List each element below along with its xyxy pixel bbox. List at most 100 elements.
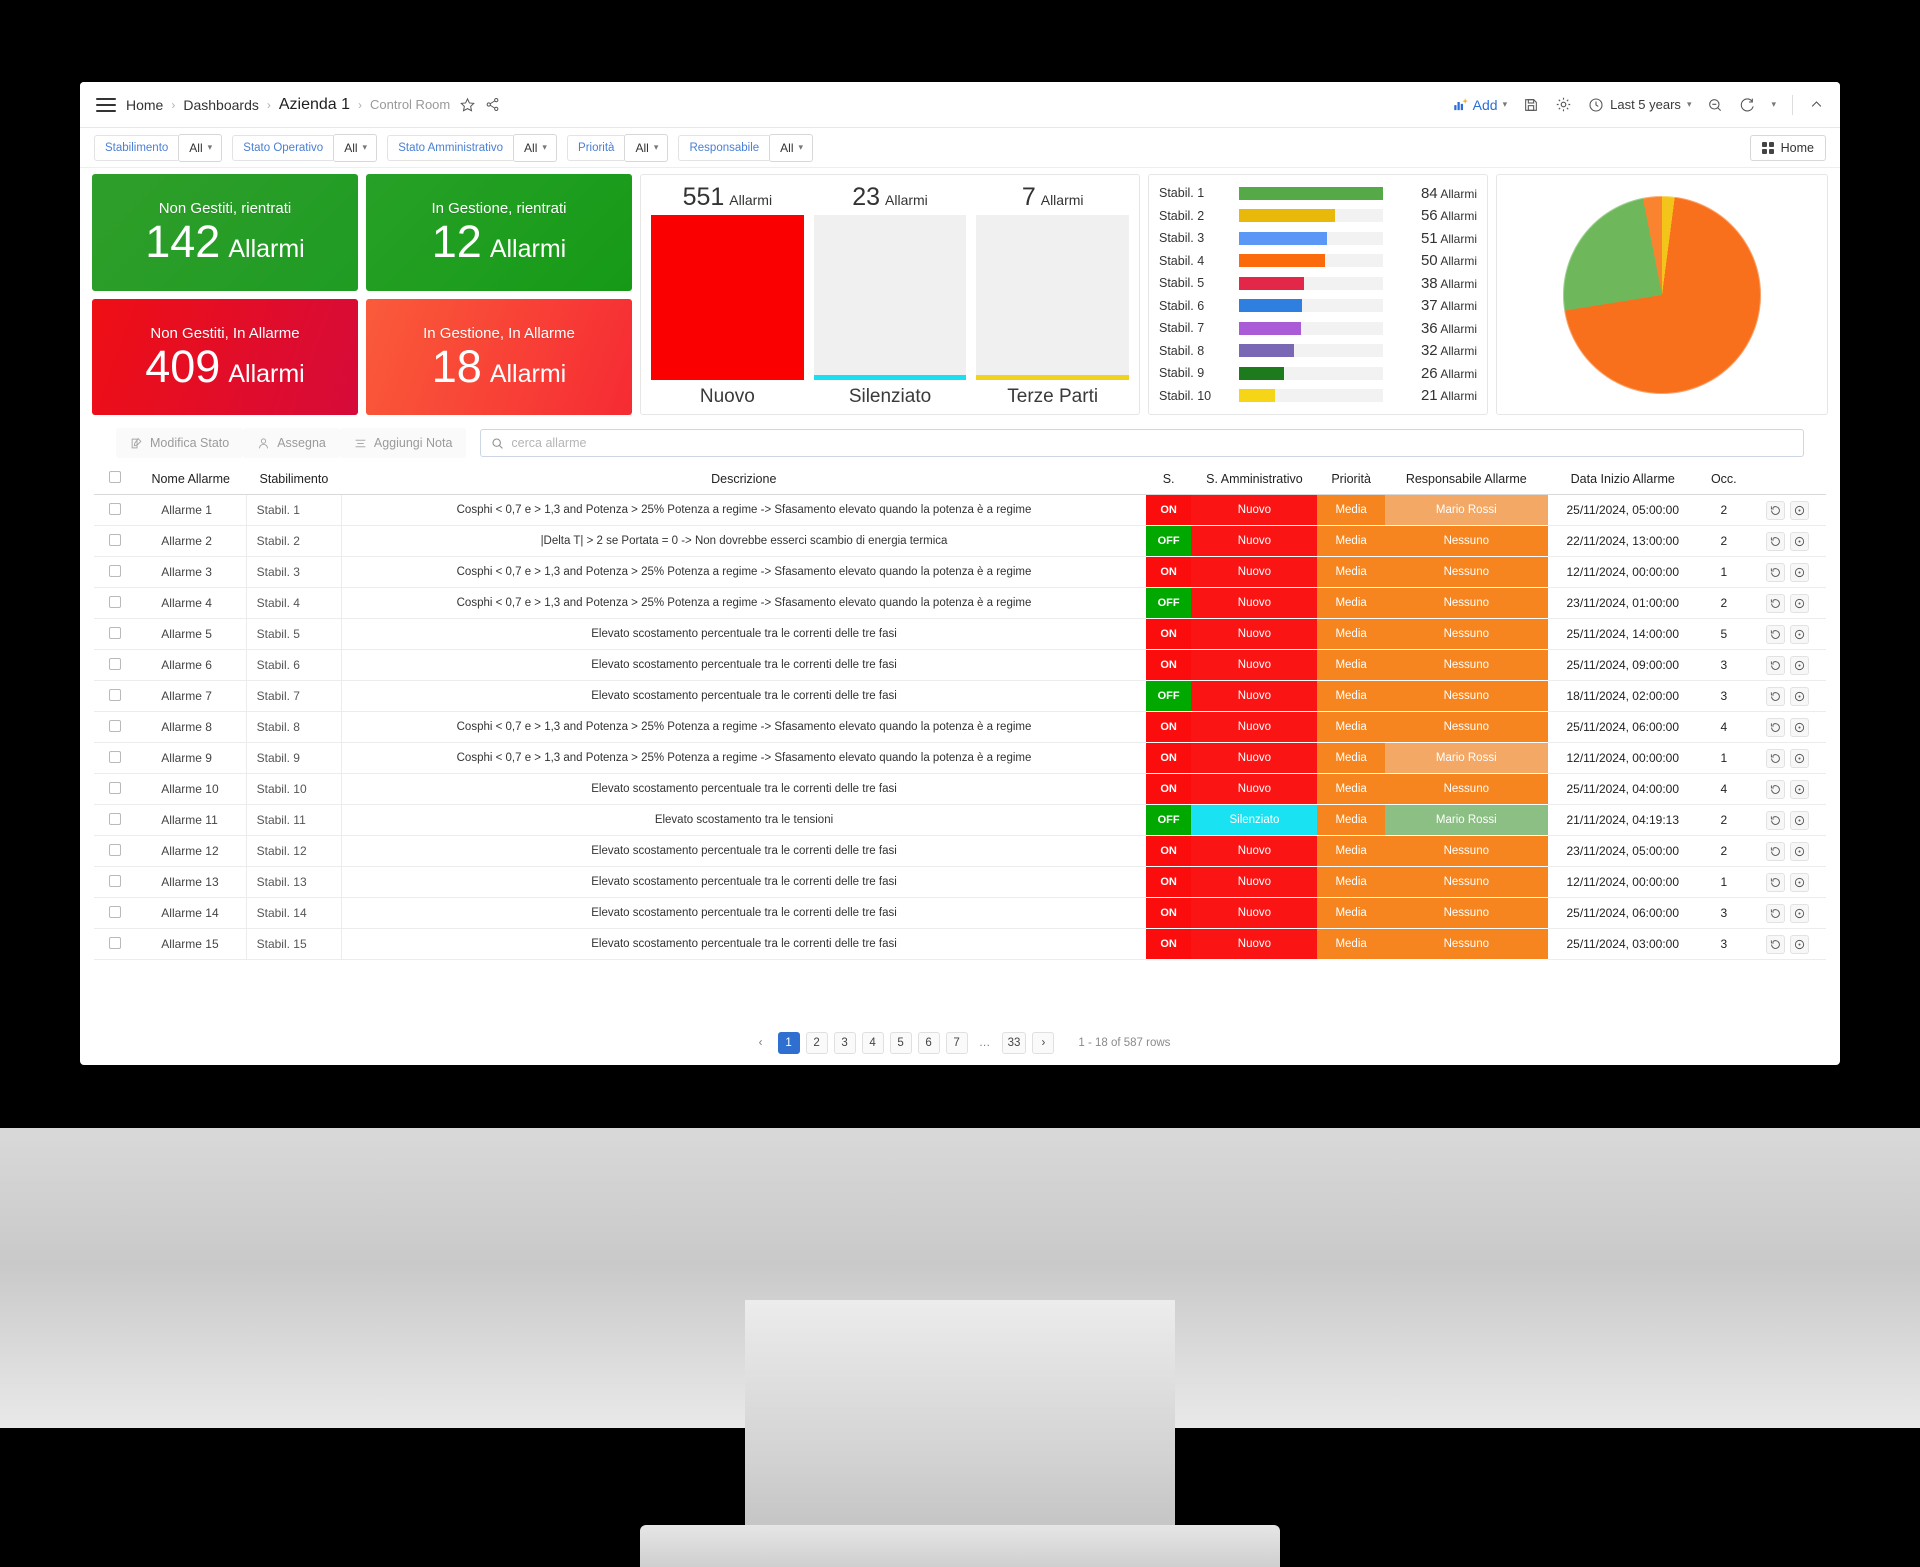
column-terze-parti[interactable]: 7 Allarmi Terze Parti [976,183,1130,408]
row-checkbox[interactable] [108,533,121,546]
pagination-prev[interactable]: ‹ [750,1032,772,1054]
bar-row[interactable]: Stabil. 2 56 Allarmi [1159,206,1477,226]
kpi-card-non-gestiti-rientrati[interactable]: Non Gestiti, rientrati 142 Allarmi [92,174,358,291]
pagination-page-4[interactable]: 4 [861,1032,884,1054]
add-button[interactable]: Add ▾ [1453,97,1507,113]
row-checkbox[interactable] [108,626,121,639]
hamburger-icon[interactable] [96,97,116,112]
info-icon[interactable] [1790,779,1810,799]
pagination-page-2[interactable]: 2 [805,1032,828,1054]
history-icon[interactable] [1766,500,1786,520]
select-all-checkbox[interactable] [108,471,121,483]
kpi-card-in-gestione-rientrati[interactable]: In Gestione, rientrati 12 Allarmi [366,174,632,291]
row-checkbox[interactable] [108,719,121,732]
filter-value-dropdown[interactable]: All ▾ [769,133,814,162]
table-row[interactable]: Allarme 6 Stabil. 6 Elevato scostamento pe… [94,649,1826,681]
assegna-button[interactable]: Assegna [243,428,340,458]
column-silenziato[interactable]: 23 Allarmi Silenziato [813,183,967,408]
row-checkbox[interactable] [108,874,121,887]
chevron-down-icon[interactable]: ▾ [1771,99,1776,110]
breadcrumb-item-dashboards[interactable]: Dashboards [183,97,259,113]
filter-value-dropdown[interactable]: All ▾ [333,133,378,162]
row-select-cell[interactable] [94,711,136,743]
history-icon[interactable] [1766,934,1786,954]
gear-icon[interactable] [1555,96,1572,113]
table-row[interactable]: Allarme 1 Stabil. 1 Cosphi < 0,7 e > 1,3 a… [94,494,1826,526]
table-row[interactable]: Allarme 11 Stabil. 11 Elevato scostamento … [94,804,1826,836]
history-icon[interactable] [1766,717,1786,737]
info-icon[interactable] [1790,593,1810,613]
row-select-cell[interactable] [94,525,136,557]
history-icon[interactable] [1766,655,1786,675]
pagination-page-3[interactable]: 3 [833,1032,856,1054]
col-stabilimento[interactable]: Stabilimento [246,465,342,495]
table-row[interactable]: Allarme 5 Stabil. 5 Elevato scostamento pe… [94,618,1826,650]
row-select-cell[interactable] [94,866,136,898]
info-icon[interactable] [1790,748,1810,768]
time-window-selector[interactable]: Last 5 years ▾ [1588,97,1691,113]
aggiungi-nota-button[interactable]: Aggiungi Nota [339,428,467,458]
info-icon[interactable] [1790,717,1810,737]
zoom-out-icon[interactable] [1707,97,1723,113]
pagination-page-7[interactable]: 7 [945,1032,968,1054]
bar-row[interactable]: Stabil. 10 21 Allarmi [1159,386,1477,406]
search-box[interactable] [480,429,1804,457]
history-icon[interactable] [1766,531,1786,551]
breadcrumb-item-home[interactable]: Home [126,97,163,113]
table-row[interactable]: Allarme 4 Stabil. 4 Cosphi < 0,7 e > 1,3 a… [94,587,1826,619]
row-select-cell[interactable] [94,804,136,836]
modifica-stato-button[interactable]: Modifica Stato [116,428,244,458]
bar-row[interactable]: Stabil. 3 51 Allarmi [1159,228,1477,248]
history-icon[interactable] [1766,562,1786,582]
table-row[interactable]: Allarme 14 Stabil. 14 Elevato scostamento … [94,897,1826,929]
row-checkbox[interactable] [108,564,121,577]
bar-row[interactable]: Stabil. 6 37 Allarmi [1159,296,1477,316]
row-select-cell[interactable] [94,835,136,867]
table-row[interactable]: Allarme 2 Stabil. 2 |Delta T| > 2 se Porta… [94,525,1826,557]
select-all-header[interactable] [94,465,136,495]
row-checkbox[interactable] [108,812,121,825]
row-checkbox[interactable] [108,595,121,608]
kpi-card-in-gestione-in-allarme[interactable]: In Gestione, In Allarme 18 Allarmi [366,298,632,415]
row-checkbox[interactable] [108,781,121,794]
info-icon[interactable] [1790,624,1810,644]
col-occ[interactable]: Occ. [1697,465,1750,495]
kpi-card-non-gestiti-in-allarme[interactable]: Non Gestiti, In Allarme 409 Allarmi [92,298,358,415]
row-select-cell[interactable] [94,618,136,650]
history-icon[interactable] [1766,748,1786,768]
col-priorita[interactable]: Priorità [1317,465,1385,495]
col-descrizione[interactable]: Descrizione [341,465,1146,495]
table-row[interactable]: Allarme 10 Stabil. 10 Elevato scostamento … [94,773,1826,805]
col-nome-allarme[interactable]: Nome Allarme [135,465,247,495]
chevron-up-icon[interactable] [1809,97,1824,112]
filter-value-dropdown[interactable]: All ▾ [178,133,223,162]
row-select-cell[interactable] [94,680,136,712]
info-icon[interactable] [1790,903,1810,923]
bar-row[interactable]: Stabil. 7 36 Allarmi [1159,318,1477,338]
bar-row[interactable]: Stabil. 9 26 Allarmi [1159,363,1477,383]
history-icon[interactable] [1766,872,1786,892]
info-icon[interactable] [1790,531,1810,551]
star-icon[interactable] [460,97,476,112]
bar-row[interactable]: Stabil. 4 50 Allarmi [1159,251,1477,271]
row-select-cell[interactable] [94,494,136,526]
row-select-cell[interactable] [94,742,136,774]
table-row[interactable]: Allarme 13 Stabil. 13 Elevato scostamento … [94,866,1826,898]
pagination-page-5[interactable]: 5 [889,1032,912,1054]
col-data-inizio-allarme[interactable]: Data Inizio Allarme [1547,465,1698,495]
row-select-cell[interactable] [94,556,136,588]
bar-row[interactable]: Stabil. 1 84 Allarmi [1159,183,1477,203]
info-icon[interactable] [1790,562,1810,582]
save-icon[interactable] [1523,97,1539,113]
history-icon[interactable] [1766,686,1786,706]
history-icon[interactable] [1766,903,1786,923]
history-icon[interactable] [1766,593,1786,613]
search-input[interactable] [511,436,1793,450]
row-checkbox[interactable] [108,936,121,949]
history-icon[interactable] [1766,624,1786,644]
table-row[interactable]: Allarme 9 Stabil. 9 Cosphi < 0,7 e > 1,3 a… [94,742,1826,774]
info-icon[interactable] [1790,500,1810,520]
bar-row[interactable]: Stabil. 8 32 Allarmi [1159,341,1477,361]
filter-value-dropdown[interactable]: All ▾ [513,133,558,162]
pagination-page-1[interactable]: 1 [777,1032,800,1054]
